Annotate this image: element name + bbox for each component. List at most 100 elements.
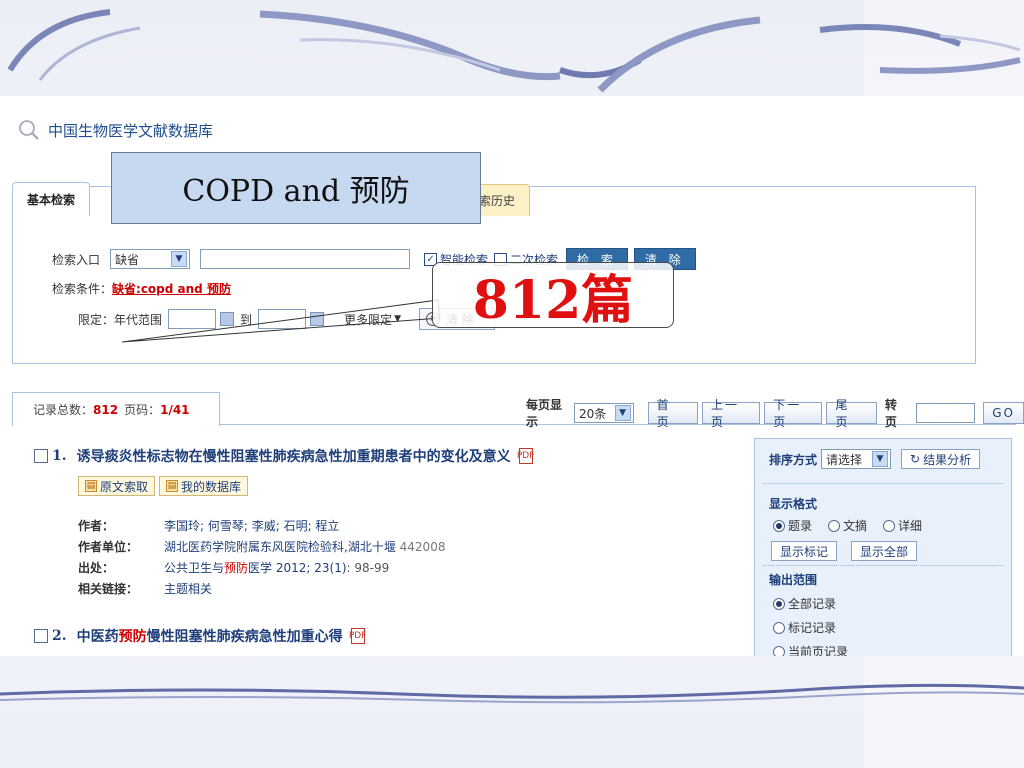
chevron-down-icon: ▼ [171,251,188,267]
condition-value[interactable]: 缺省:copd and 预防 [112,280,231,297]
year-to-label: 到 [240,312,253,327]
source-highlight: 预防 [224,561,249,575]
calendar-icon[interactable] [220,312,235,326]
document-icon: ▤ [85,480,97,492]
result-number: 1. [52,448,67,464]
result-title-link[interactable]: 慢性阻塞性肺疾病急性加重心得 [147,626,343,646]
analysis-button[interactable]: ↻ 结果分析 [901,449,981,469]
show-all-button[interactable]: 显示全部 [851,541,918,561]
format-option-label: 文摘 [843,519,868,533]
unit-value: 湖北医药学院附属东风医院检验科,湖北十堰 [164,540,396,554]
page-number: 1/41 [160,402,190,417]
condition-label: 检索条件： [52,282,113,296]
sort-row: 排序方式 请选择 ▼ ↻ 结果分析 [769,449,981,469]
chevron-down-icon: ▼ [614,405,631,421]
page-label: 页码： [124,403,161,417]
show-marked-button[interactable]: 显示标记 [771,541,838,561]
pdf-icon[interactable]: PDF [349,628,366,644]
slide-decoration-bottom [0,683,1024,704]
output-radio-marked[interactable] [773,621,785,634]
source-key: 出处： [78,561,115,575]
refresh-icon: ↻ [910,452,921,466]
output-option-all: 全部记录 [773,595,836,612]
prev-page-button[interactable]: 上一页 [702,398,761,429]
output-option-label: 标记记录 [788,621,837,635]
per-page-label: 每页显示 [526,398,563,429]
format-option-label: 详细 [898,519,923,533]
sort-value: 请选择 [826,452,863,467]
year-from-input[interactable] [168,309,217,329]
select-checkbox[interactable] [34,629,48,643]
result-item-1-title-row: 1. 诱导痰炎性标志物在慢性阻塞性肺疾病急性加重期患者中的变化及意义 PDF [34,446,534,466]
goto-label: 转页 [884,398,897,429]
chevron-down-icon: ▼ [872,451,889,467]
results-toolbar: 记录总数： 812 页码： 1/41 每页显示 20条 ▼ 首 页 上一页 下一… [0,392,1024,429]
request-fulltext-button[interactable]: ▤ 原文索取 [78,476,156,496]
result-number: 2. [52,628,67,644]
format-radio-detail[interactable] [883,519,896,532]
search-tabs: 基本检索 [12,182,91,216]
output-option-page: 当前页记录 [773,643,848,656]
total-label: 记录总数： [33,403,94,417]
display-buttons: 显示标记 显示全部 [771,541,918,561]
goto-page-input[interactable] [915,403,976,423]
per-page-select[interactable]: 20条 ▼ [573,403,634,423]
output-radio-page[interactable] [773,645,785,656]
result-item-1-meta: 作者： 李国玲; 何雪琴; 李威; 石明; 程立 作者单位： 湖北医药学院附属东风医… [78,516,445,600]
related-key: 相关链接： [78,582,139,596]
search-icon [19,120,39,140]
my-database-label: 我的数据库 [181,479,242,494]
source-pages: : 98-99 [346,561,390,575]
author-key: 作者： [78,519,115,533]
format-radio-brief[interactable] [773,519,785,532]
search-input[interactable] [200,249,411,269]
request-fulltext-label: 原文索取 [100,479,149,494]
unit-key: 作者单位： [78,540,139,554]
result-title-link[interactable]: 中医药 [77,626,119,646]
entry-select[interactable]: 缺省 ▼ [110,249,191,269]
slide-decoration-top [7,9,1021,93]
pdf-icon[interactable]: PDF [517,448,534,464]
author-value[interactable]: 李国玲; 何雪琴; 李威; 石明; 程立 [164,519,339,533]
analysis-label: 结果分析 [923,452,972,467]
unit-zip: 442008 [399,540,446,554]
go-button[interactable]: GO [983,402,1024,424]
format-option-label: 题录 [788,519,813,533]
output-option-label: 当前页记录 [788,645,849,656]
total-count: 812 [93,402,119,417]
related-link[interactable]: 主题相关 [164,582,212,596]
year-range-label: 年代范围 [114,312,163,327]
caret-down-icon: ▼ [394,314,401,324]
format-radio-abstract[interactable] [828,519,841,532]
first-page-button[interactable]: 首 页 [647,398,699,429]
next-page-button[interactable]: 下一页 [764,398,823,429]
result-title-highlight: 预防 [118,629,147,645]
source-issue: 医学 2012; 23(1) [248,561,347,575]
sort-select[interactable]: 请选择 ▼ [821,449,892,469]
output-label: 输出范围 [769,573,818,587]
last-page-button[interactable]: 尾 页 [826,398,877,429]
more-limits-link[interactable]: 更多限定 [344,311,392,328]
output-radio-all[interactable] [773,597,785,610]
result-title-link[interactable]: 诱导痰炎性标志物在慢性阻塞性肺疾病急性加重期患者中的变化及意义 [77,446,511,466]
search-condition-row: 检索条件： 缺省:copd and 预防 [52,280,231,297]
result-item-1-actions: ▤ 原文索取 ▤ 我的数据库 [78,476,249,496]
divider [763,483,1003,484]
database-header: 中国生物医学文献数据库 [18,118,213,142]
year-to-input[interactable] [258,309,307,329]
divider [763,565,1003,566]
count-callout: 812篇 [432,262,674,331]
output-option-label: 全部记录 [788,597,837,611]
select-checkbox[interactable] [34,449,48,463]
entry-label: 检索入口 [52,252,101,267]
tab-basic-search[interactable]: 基本检索 [12,182,91,216]
result-options-panel: 排序方式 请选择 ▼ ↻ 结果分析 显示格式 题录 文摘 详细 显示标记 显示全… [754,438,1012,656]
database-title: 中国生物医学文献数据库 [48,121,214,140]
source-journal[interactable]: 公共卫生与 [164,561,224,575]
calendar-icon[interactable] [310,312,325,326]
format-options: 题录 文摘 详细 [773,517,922,534]
limit-label: 限定： [78,312,115,327]
my-database-button[interactable]: ▤ 我的数据库 [159,476,249,496]
query-callout: COPD and 预防 [111,152,481,224]
entry-select-value: 缺省 [115,252,140,267]
